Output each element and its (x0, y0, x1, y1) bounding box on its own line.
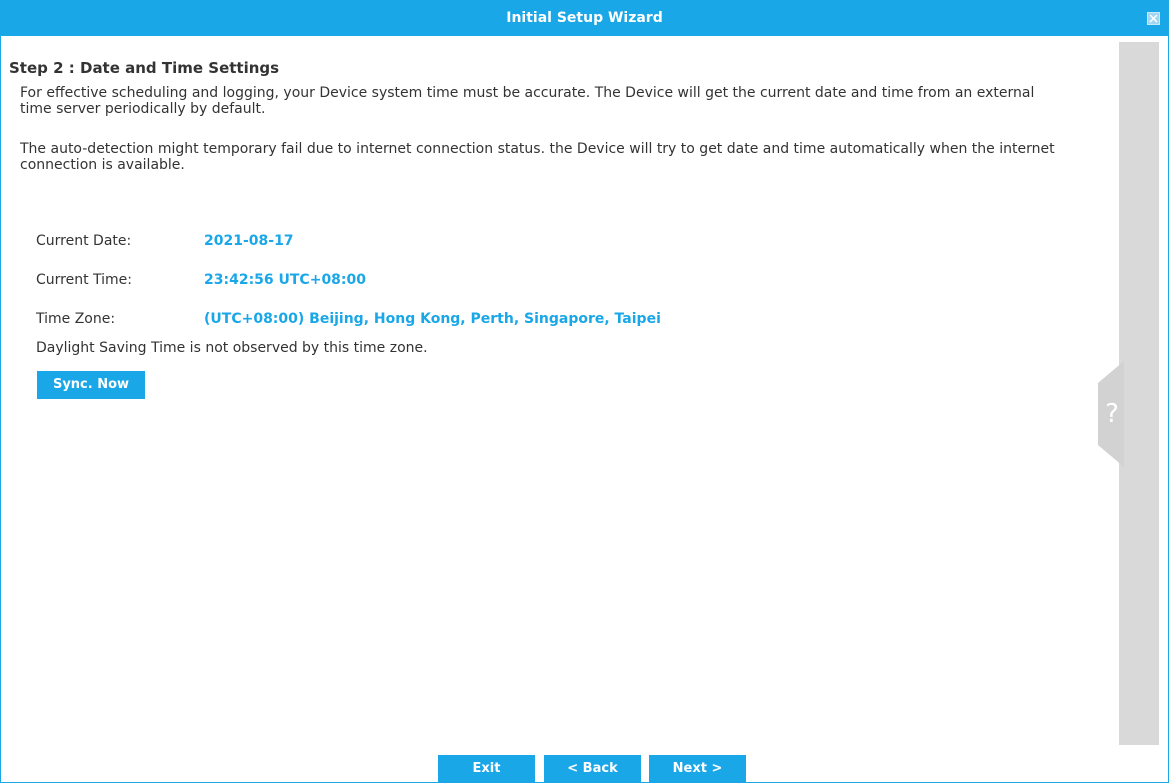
step-title: Step 2 : Date and Time Settings (9, 59, 280, 77)
help-icon: ? (1098, 361, 1124, 467)
window-title: Initial Setup Wizard (506, 10, 663, 26)
next-button[interactable]: Next > (649, 755, 746, 783)
description-paragraph-2: The auto-detection might temporary fail … (20, 141, 1055, 173)
current-time-value: 23:42:56 UTC+08:00 (204, 272, 367, 288)
close-icon (1149, 14, 1158, 23)
current-time-label: Current Time: (36, 272, 133, 288)
current-date-row: Current Date: 2021-08-17 (36, 233, 294, 249)
exit-button[interactable]: Exit (438, 755, 535, 783)
current-date-value: 2021-08-17 (204, 233, 294, 249)
current-time-row: Current Time: 23:42:56 UTC+08:00 (36, 272, 366, 288)
side-panel (1119, 42, 1159, 745)
back-button[interactable]: < Back (544, 755, 641, 783)
time-zone-value: (UTC+08:00) Beijing, Hong Kong, Perth, S… (204, 311, 661, 327)
wizard-content: Step 2 : Date and Time Settings For effe… (9, 59, 1099, 173)
time-zone-label: Time Zone: (36, 311, 116, 327)
sync-now-button[interactable]: Sync. Now (37, 371, 145, 399)
setup-wizard-window: Initial Setup Wizard Step 2 : Date and T… (0, 0, 1169, 783)
current-date-label: Current Date: (36, 233, 132, 249)
title-bar: Initial Setup Wizard (1, 1, 1168, 36)
description-paragraph-1: For effective scheduling and logging, yo… (20, 85, 1035, 117)
help-glyph: ? (1105, 399, 1119, 429)
help-tab[interactable]: ? (1098, 361, 1124, 467)
dst-note: Daylight Saving Time is not observed by … (36, 340, 428, 356)
close-button[interactable] (1147, 12, 1160, 25)
time-zone-row: Time Zone: (UTC+08:00) Beijing, Hong Kong… (36, 311, 661, 327)
